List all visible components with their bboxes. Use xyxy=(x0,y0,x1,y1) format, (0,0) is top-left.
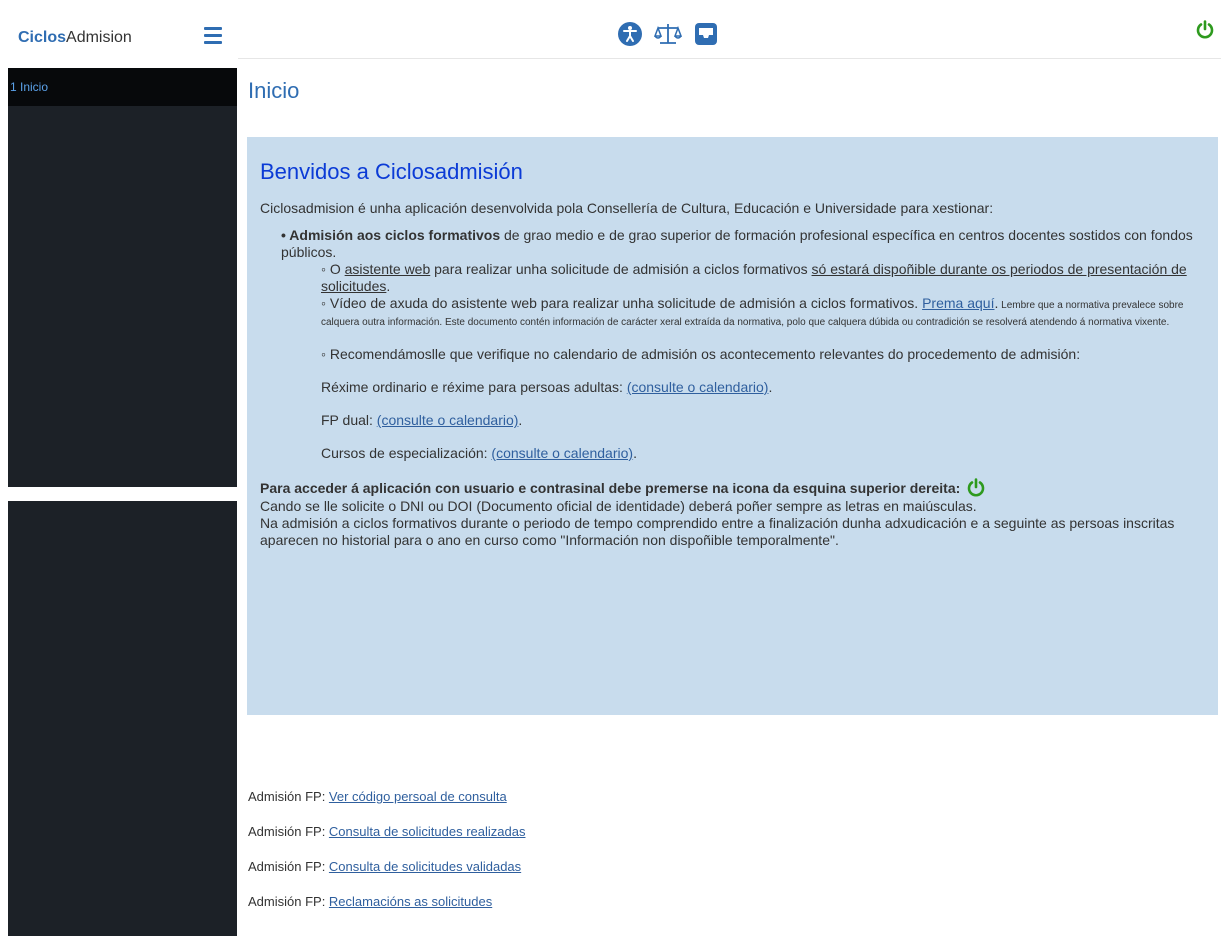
sub1-mid: para realizar unha solicitude de admisió… xyxy=(430,261,812,277)
web-assistant-link[interactable]: asistente web xyxy=(345,261,431,277)
sidebar-item-label: 1 Inicio xyxy=(10,80,49,94)
calendar-line-specialization: Cursos de especialización: (consulte o c… xyxy=(321,445,1206,462)
welcome-heading: Benvidos a Ciclosadmisión xyxy=(260,159,523,184)
dni-notice: Cando se lle solicite o DNI ou DOI (Docu… xyxy=(260,498,977,514)
app-logo[interactable]: CiclosAdmision xyxy=(18,29,132,47)
sidebar-gap xyxy=(8,487,237,501)
welcome-panel: Benvidos a Ciclosadmisión Ciclosadmision… xyxy=(247,137,1218,715)
calendar-link-ordinary[interactable]: (consulte o calendario) xyxy=(627,379,769,395)
personal-code-link[interactable]: Ver código persoal de consulta xyxy=(329,789,507,804)
sidebar: CiclosAdmision 1 Inicio xyxy=(8,8,237,936)
list-item: Admisión FP: Consulta de solicitudes val… xyxy=(248,859,525,894)
validated-applications-link[interactable]: Consulta de solicitudes validadas xyxy=(329,859,521,874)
calendar-link-specialization[interactable]: (consulte o calendario) xyxy=(491,445,633,461)
calendar-label: Réxime ordinario e réxime para persoas a… xyxy=(321,379,627,395)
sub1-end: . xyxy=(386,278,391,294)
brand-accent: Ciclos xyxy=(18,29,67,46)
list-item: O asistente web para realizar unha solic… xyxy=(321,261,1206,295)
power-icon xyxy=(968,478,985,497)
sub3-text: Recomendámoslle que verifique no calenda… xyxy=(329,346,1081,362)
calendar-dot: . xyxy=(633,445,637,461)
submitted-applications-link[interactable]: Consulta de solicitudes realizadas xyxy=(329,824,526,839)
calendar-line-dual: FP dual: (consulte o calendario). xyxy=(321,412,1206,429)
sub2-text: Vídeo de axuda do asistente web para rea… xyxy=(329,295,923,311)
list-item: Admisión FP: Ver código persoal de consu… xyxy=(248,789,525,824)
page-title: Inicio xyxy=(248,78,300,103)
consult-links: Admisión FP: Ver código persoal de consu… xyxy=(248,789,525,929)
sub1-pre: O xyxy=(329,261,345,277)
power-icon[interactable] xyxy=(1195,20,1215,45)
historial-note: Na admisión a ciclos formativos durante … xyxy=(260,515,1175,548)
bullet-bold: Admisión aos ciclos formativos xyxy=(289,227,501,243)
link-prefix: Admisión FP: xyxy=(248,824,329,839)
calendar-label: FP dual: xyxy=(321,412,377,428)
brand-rest: Admision xyxy=(66,29,132,46)
calendar-line-ordinary: Réxime ordinario e réxime para persoas a… xyxy=(321,379,1206,396)
welcome-intro: Ciclosadmision é unha aplicación desenvo… xyxy=(260,200,994,216)
link-prefix: Admisión FP: xyxy=(248,789,329,804)
list-item: Admisión FP: Consulta de solicitudes rea… xyxy=(248,824,525,859)
calendar-dot: . xyxy=(768,379,773,395)
sidebar-item-inicio[interactable]: 1 Inicio xyxy=(8,68,237,106)
brand-bar: CiclosAdmision xyxy=(8,8,237,69)
calendar-label: Cursos de especialización: xyxy=(321,445,492,461)
calendar-link-dual[interactable]: (consulte o calendario) xyxy=(377,412,519,428)
list-item: Recomendámoslle que verifique no calenda… xyxy=(321,346,1206,462)
inbox-icon[interactable] xyxy=(687,20,725,48)
claims-link[interactable]: Reclamacións as solicitudes xyxy=(329,894,492,909)
list-item: Admisión aos ciclos formativos de grao m… xyxy=(281,227,1206,462)
list-item: Vídeo de axuda do asistente web para rea… xyxy=(321,295,1206,329)
access-text: Para acceder á aplicación con usuario e … xyxy=(260,480,961,496)
link-prefix: Admisión FP: xyxy=(248,894,329,909)
balance-scale-icon[interactable] xyxy=(649,20,687,48)
list-item: Admisión FP: Reclamacións as solicitudes xyxy=(248,894,525,929)
accessibility-icon[interactable] xyxy=(611,20,649,48)
access-instructions: Para acceder á aplicación con usuario e … xyxy=(260,478,1206,498)
feature-list: Admisión aos ciclos formativos de grao m… xyxy=(260,227,1206,462)
link-prefix: Admisión FP: xyxy=(248,859,329,874)
calendar-dot: . xyxy=(518,412,523,428)
top-icons xyxy=(611,20,725,48)
top-bar xyxy=(238,8,1221,59)
video-help-link[interactable]: Prema aquí xyxy=(922,295,994,311)
menu-toggle-icon[interactable] xyxy=(204,27,222,45)
